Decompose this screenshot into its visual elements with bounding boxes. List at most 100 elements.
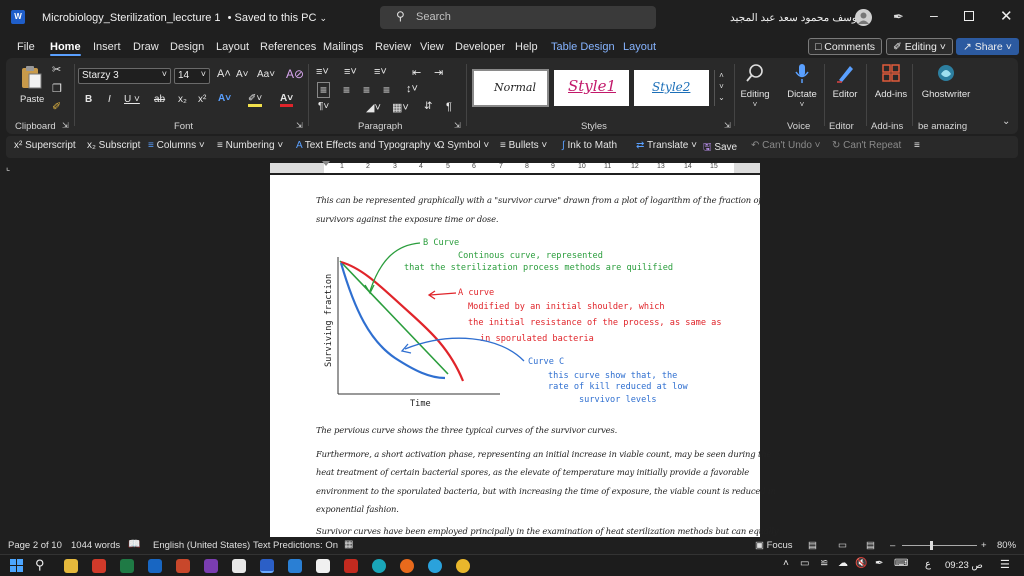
qat-customize-icon[interactable]: ≡ xyxy=(914,140,920,151)
tab-mailings[interactable]: Mailings xyxy=(323,41,363,53)
zoom-out-button[interactable]: – xyxy=(890,540,895,551)
superscript-button[interactable]: x² xyxy=(198,94,206,105)
cut-icon[interactable]: ✂ xyxy=(52,63,61,76)
excel-icon[interactable] xyxy=(120,559,134,573)
align-left-icon[interactable]: ≡ xyxy=(317,82,331,98)
print-layout-icon[interactable]: ▭ xyxy=(838,540,847,551)
language-indicator[interactable]: English (United States) xyxy=(153,540,250,551)
tab-selector-icon[interactable]: ⌞ xyxy=(6,162,10,173)
page-indicator[interactable]: Page 2 of 10 xyxy=(8,540,62,551)
increase-indent-icon[interactable]: ⇥ xyxy=(434,66,443,79)
notification-icon[interactable]: ☰ xyxy=(1000,558,1010,571)
tab-developer[interactable]: Developer xyxy=(455,41,505,53)
format-painter-icon[interactable]: ✐ xyxy=(52,100,61,113)
launcher-icon[interactable]: ⇲ xyxy=(296,121,303,130)
comments-button[interactable]: □ Comments xyxy=(808,38,883,55)
tab-design[interactable]: Design xyxy=(170,41,204,53)
qat-ink-to-math[interactable]: ∫ Ink to Math xyxy=(562,140,617,151)
style-style2[interactable]: Style2 xyxy=(634,70,709,106)
bold-button[interactable]: B xyxy=(85,94,92,105)
tab-draw[interactable]: Draw xyxy=(133,41,159,53)
firefox-icon[interactable] xyxy=(400,559,414,573)
horizontal-ruler[interactable]: ⌞ 1 2 3 4 5 6 7 8 9 10 11 12 13 14 15 xyxy=(0,161,1024,175)
zoom-slider[interactable] xyxy=(902,541,977,550)
focus-button[interactable]: ▣ Focus xyxy=(755,540,793,551)
qat-translate[interactable]: ⇄ Translate ˅ xyxy=(636,140,697,151)
bullets-icon[interactable]: ≡˅ xyxy=(316,66,329,78)
web-layout-icon[interactable]: ▤ xyxy=(866,540,875,551)
taskbar-search-icon[interactable]: ⚲ xyxy=(35,557,45,573)
zoom-level[interactable]: 80% xyxy=(997,540,1016,551)
borders-icon[interactable]: ▦˅ xyxy=(392,101,409,114)
styles-scroll[interactable]: ˄ ˅ ⌄ xyxy=(714,70,728,106)
addins-button[interactable]: Add-ins xyxy=(872,62,910,114)
share-button[interactable]: ↗ Share ˅ xyxy=(956,38,1019,55)
justify-icon[interactable]: ≡ xyxy=(383,83,390,97)
highlight-icon[interactable]: ✐˅ xyxy=(248,93,263,107)
tab-layout[interactable]: Layout xyxy=(216,41,249,53)
word-count[interactable]: 1044 words xyxy=(71,540,120,551)
word-taskbar-icon[interactable] xyxy=(260,559,274,573)
onenote-icon[interactable] xyxy=(204,559,218,573)
avatar[interactable] xyxy=(855,9,872,26)
multilevel-list-icon[interactable]: ≡˅ xyxy=(374,66,387,78)
launcher-icon[interactable]: ⇲ xyxy=(454,121,461,130)
keyboard-icon[interactable]: ⌨ xyxy=(894,558,908,569)
telegram-icon[interactable] xyxy=(428,559,442,573)
tab-table-layout[interactable]: Layout xyxy=(623,41,656,53)
line-spacing-icon[interactable]: ↕˅ xyxy=(406,83,418,95)
underline-button[interactable]: U ˅ xyxy=(124,94,140,105)
volume-icon[interactable]: 🔇 xyxy=(855,558,867,569)
windows-start-icon[interactable] xyxy=(10,559,23,572)
text-predictions[interactable]: Text Predictions: On xyxy=(253,540,338,551)
strikethrough-button[interactable]: ab xyxy=(154,94,165,105)
tab-review[interactable]: Review xyxy=(375,41,411,53)
font-size-select[interactable]: 14 ˅ xyxy=(174,68,210,84)
clear-formatting-icon[interactable]: A⊘ xyxy=(286,67,304,81)
minimize-button[interactable]: – xyxy=(930,7,938,23)
zoom-slider-thumb[interactable] xyxy=(930,541,933,550)
qat-text-effects[interactable]: A Text Effects and Typography ˅ xyxy=(296,140,439,151)
search-box[interactable]: ⚲ Search xyxy=(380,6,656,29)
change-case-icon[interactable]: Aa˅ xyxy=(257,69,275,80)
subscript-button[interactable]: x₂ xyxy=(178,94,187,105)
decrease-indent-icon[interactable]: ⇤ xyxy=(412,66,421,79)
proofing-icon[interactable]: 📖 xyxy=(128,539,140,550)
tab-help[interactable]: Help xyxy=(515,41,538,53)
shrink-font-icon[interactable]: A˅ xyxy=(236,69,249,80)
grow-font-icon[interactable]: A˄ xyxy=(217,68,231,80)
style-normal[interactable]: Normal xyxy=(472,69,549,107)
qat-bullets[interactable]: ≡ Bullets ˅ xyxy=(500,140,547,151)
editing-mode-button[interactable]: ✐ Editing ˅ xyxy=(886,38,953,55)
qat-save[interactable]: 🖫 Save xyxy=(703,140,737,157)
edge-icon[interactable] xyxy=(372,559,386,573)
show-marks-icon[interactable]: ¶ xyxy=(446,101,452,113)
powerpoint-icon[interactable] xyxy=(176,559,190,573)
restore-button[interactable] xyxy=(964,11,974,21)
tab-view[interactable]: View xyxy=(420,41,444,53)
zoom-in-button[interactable]: + xyxy=(981,540,987,551)
qat-subscript[interactable]: x₂ Subscript xyxy=(87,140,140,151)
collapse-ribbon-icon[interactable]: ⌄ xyxy=(1002,116,1010,127)
chrome-icon[interactable] xyxy=(456,559,470,573)
launcher-icon[interactable]: ⇲ xyxy=(62,121,69,130)
editing-button[interactable]: Editing ˅ xyxy=(738,62,772,114)
tray-overflow-icon[interactable]: ˄ xyxy=(783,558,789,569)
outlook-icon[interactable] xyxy=(148,559,162,573)
numbering-icon[interactable]: ≡˅ xyxy=(344,66,357,78)
document-title[interactable]: Microbiology_Sterilization_leccture 1 • … xyxy=(42,12,327,24)
wifi-icon[interactable]: ≌ xyxy=(820,558,828,569)
pen-tray-icon[interactable]: ✒ xyxy=(875,558,883,569)
qat-repeat[interactable]: ↻ Can't Repeat xyxy=(832,140,901,151)
accessibility-icon[interactable]: ▦ xyxy=(344,539,353,550)
cloud-icon[interactable]: ☁ xyxy=(838,558,848,569)
copy-icon[interactable]: ❐ xyxy=(52,82,62,95)
qat-symbol[interactable]: Ω Symbol ˅ xyxy=(437,140,489,151)
notion-icon[interactable] xyxy=(232,559,246,573)
style-style1[interactable]: Style1 xyxy=(554,70,629,106)
qat-undo[interactable]: ↶ Can't Undo ˅ xyxy=(751,140,821,151)
text-effects-icon[interactable]: A˅ xyxy=(218,93,231,104)
italic-button[interactable]: I xyxy=(108,94,111,105)
document-page[interactable]: This can be represented graphically with… xyxy=(270,175,779,537)
close-icon[interactable]: ✕ xyxy=(1000,7,1013,25)
